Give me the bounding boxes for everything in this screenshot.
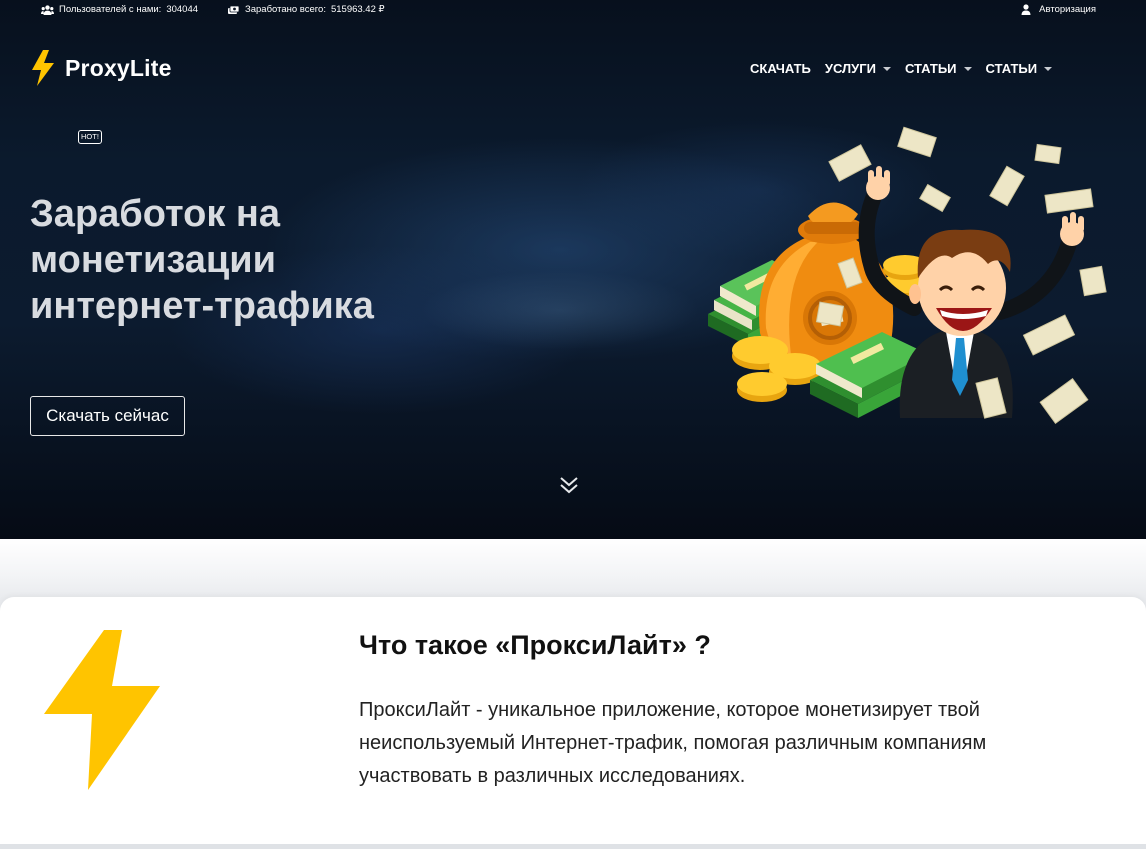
brand-logo[interactable]: ProxyLite	[30, 50, 172, 86]
about-title: Что такое «ПроксиЛайт» ?	[359, 630, 711, 660]
top-stats-bar: Пользователей с нами: 304044 Заработано …	[0, 0, 1146, 20]
brand-name: ProxyLite	[65, 54, 172, 81]
users-stat-label: Пользователей с нами:	[59, 4, 162, 15]
nav-item-download[interactable]: СКАЧАТЬ	[750, 61, 811, 76]
money-icon	[228, 5, 240, 14]
hero-headline-line: монетизации	[30, 239, 276, 281]
users-stat: Пользователей с нами: 304044	[41, 4, 198, 15]
nav-item-label: СТАТЬИ	[985, 61, 1038, 76]
nav-item-label: СКАЧАТЬ	[750, 61, 811, 76]
nav-item-articles[interactable]: СТАТЬИ	[905, 61, 972, 76]
chevron-down-icon	[882, 66, 891, 71]
nav-item-services[interactable]: УСЛУГИ	[825, 61, 891, 76]
download-now-button[interactable]: Скачать сейчас	[30, 396, 185, 436]
nav-item-label: УСЛУГИ	[824, 61, 876, 76]
hero-section: Пользователей с нами: 304044 Заработано …	[0, 0, 1146, 539]
earned-stat-value: 515963.42 ₽	[330, 4, 385, 15]
lightning-bolt-icon	[32, 50, 54, 86]
hot-badge: HOT!	[78, 130, 102, 144]
main-nav: СКАЧАТЬ УСЛУГИ СТАТЬИ СТАТЬИ	[750, 61, 1066, 76]
hero-headline-line: Заработок на	[30, 193, 281, 235]
earned-stat-label: Заработано всего:	[245, 4, 326, 15]
double-chevron-down-icon[interactable]	[558, 474, 580, 496]
hero-glow	[420, 270, 700, 350]
lightning-bolt-icon	[44, 630, 160, 790]
chevron-down-icon	[1044, 66, 1053, 71]
user-icon	[1021, 4, 1031, 15]
nav-item-label: СТАТЬИ	[904, 61, 957, 76]
about-text: ПроксиЛайт - уникальное приложение, кото…	[359, 699, 987, 787]
hero-headline-line: интернет-трафика	[30, 285, 374, 327]
hero-headline: Заработок на монетизации интернет-трафик…	[30, 191, 450, 329]
users-icon	[41, 4, 54, 15]
section-divider	[0, 539, 1146, 599]
earned-stat: Заработано всего: 515963.42 ₽	[227, 4, 385, 15]
nav-item-articles-2[interactable]: СТАТЬИ	[986, 61, 1053, 76]
chevron-down-icon	[963, 66, 972, 71]
money-man-illustration	[708, 126, 1107, 424]
bottom-strip	[0, 844, 1146, 849]
login-link[interactable]: Авторизация	[1021, 4, 1096, 15]
users-stat-count: 304044	[166, 4, 199, 15]
login-link-label: Авторизация	[1039, 4, 1096, 15]
